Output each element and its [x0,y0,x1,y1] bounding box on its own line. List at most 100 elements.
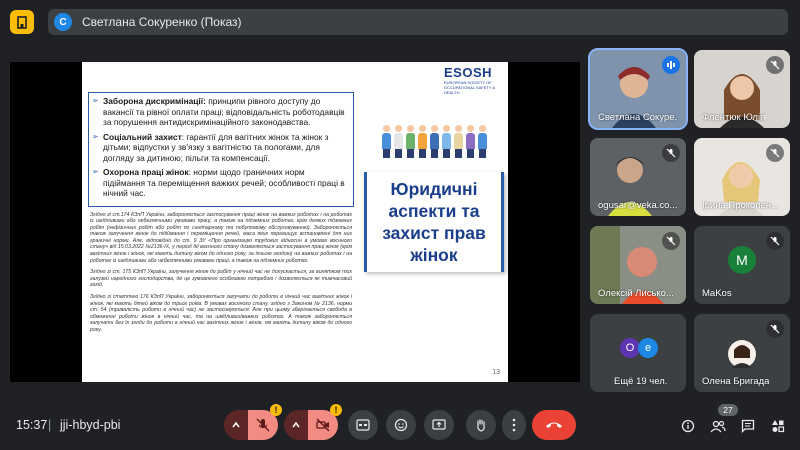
bullet-item: Охорона праці жінок: норми щодо гранични… [92,167,349,199]
meet-home-button[interactable] [10,10,34,34]
presenter-title: Светлана Сокуренко (Показ) [82,15,242,29]
more-options-button[interactable] [502,410,526,440]
mic-muted-indicator [766,320,784,338]
participant-name: Флентюк Юлія [702,112,766,123]
mic-off-icon [770,60,780,70]
toggle-mic-button[interactable]: ! [248,404,282,440]
participant-avatar: O [620,338,640,358]
slide-title-panel: Юридичні аспекти та захист прав жінок [364,172,504,272]
present-control [424,410,454,440]
meeting-code: jji-hbyd-pbi [60,418,121,432]
chevron-up-icon [292,421,300,428]
warning-icon: ! [270,404,282,416]
leave-call-button[interactable] [532,410,576,440]
slide-title-line: жінок [410,245,458,265]
participant-avatar: M [728,246,756,274]
captions-icon [356,419,370,431]
slide-title-line: Юридичні [390,179,478,199]
raise-hand-button[interactable] [466,410,496,440]
presenter-avatar: С [54,13,72,31]
mic-off-icon [770,148,780,158]
participant-tile[interactable]: Ірина Прокопен... [694,138,790,216]
participant-tile[interactable]: Олексій Лисько... [590,226,686,304]
presentation-slide: ESOSH EUROPEAN SOCIETY OF OCCUPATIONAL S… [82,62,508,382]
participant-name: Олексій Лисько... [598,288,674,299]
slide-title-line: аспекти та [388,201,480,221]
more-options-control [502,410,526,440]
end-call-control [532,410,576,440]
participant-count-badge: 27 [718,404,738,416]
chevron-up-icon [232,421,240,428]
mic-muted-indicator [766,56,784,74]
mic-muted-indicator [662,232,680,250]
building-icon [17,16,27,29]
slide-title-column: Юридичні аспекти та захист прав жінок [364,118,504,372]
fine-print-paragraph: Згідно зі ст.174 КЗпП України, забороняє… [90,211,352,264]
mic-off-icon [770,324,780,334]
participant-name: Светлана Сокуре... [598,112,678,123]
participant-tile[interactable]: Флентюк Юлія [694,50,790,128]
camera-off-icon [316,418,330,432]
chat-icon [741,419,755,433]
participant-name: Ірина Прокопен... [702,200,779,211]
participant-tile[interactable]: ogusar@veka.co... [590,138,686,216]
presentation-stage[interactable]: ESOSH EUROPEAN SOCIETY OF OCCUPATIONAL S… [10,62,580,382]
fine-print-paragraph: Згідно зі статтею 176 КЗпП України, забо… [90,294,352,333]
mic-off-icon [666,148,676,158]
participant-tile[interactable]: Светлана Сокуре... [588,48,688,130]
info-icon [681,419,695,433]
meeting-controls-bar: 15:37 | jji-hbyd-pbi ! ! [0,400,800,450]
people-icon [710,420,726,433]
camera-options-button[interactable] [284,410,308,440]
reactions-button[interactable] [386,410,416,440]
people-button[interactable] [708,416,728,436]
audio-bars-icon [667,61,675,69]
reactions-control [386,410,416,440]
raise-hand-control [466,410,496,440]
captions-control [348,410,378,440]
slide-page-number: 13 [492,369,500,376]
more-vertical-icon [512,418,516,432]
participant-tile[interactable]: Олена Бригада [694,314,790,392]
participant-tile[interactable]: M MaKos [694,226,790,304]
presenter-banner[interactable]: С Светлана Сокуренко (Показ) [48,9,788,35]
separator: | [48,418,52,432]
slide-text-column: Заборона дискримінації: принципи рівного… [88,92,354,377]
microphone-control: ! [224,404,282,440]
hand-icon [477,419,485,432]
activities-button[interactable] [768,416,788,436]
mic-muted-indicator [766,144,784,162]
shapes-icon [772,420,785,433]
participant-name: Ещё 19 чел. [614,376,668,387]
mic-off-icon [666,236,676,246]
speaking-indicator [662,56,680,74]
participant-name: MaKos [702,288,732,299]
chat-button[interactable] [738,416,758,436]
mic-options-button[interactable] [224,410,248,440]
mic-muted-indicator [766,232,784,250]
mic-muted-indicator [662,144,680,162]
bullet-item: Соціальний захист: гарантії для вагітних… [92,132,349,164]
participant-name: Олена Бригада [702,376,770,387]
top-bar: С Светлана Сокуренко (Показ) [0,0,800,44]
participant-name: ogusar@veka.co... [598,200,678,211]
captions-button[interactable] [348,410,378,440]
emoji-icon [394,418,408,432]
fine-print-paragraph: Згідно зі ст. 175 КЗпП України, залученн… [90,269,352,289]
bullet-list: Заборона дискримінації: принципи рівного… [88,92,354,207]
meeting-details-button[interactable] [678,416,698,436]
slide-title-line: захист прав [382,223,486,243]
workers-illustration [364,118,504,158]
present-screen-button[interactable] [424,410,454,440]
mic-off-icon [256,418,270,432]
phone-hangup-icon [546,422,562,428]
esosh-logo: ESOSH EUROPEAN SOCIETY OF OCCUPATIONAL S… [444,65,496,96]
more-participants-tile[interactable]: O e Ещё 19 чел. [590,314,686,392]
current-time: 15:37 [16,418,48,432]
bullet-item: Заборона дискримінації: принципи рівного… [92,96,349,128]
toggle-camera-button[interactable]: ! [308,404,342,440]
mic-off-icon [770,236,780,246]
present-screen-icon [432,419,446,430]
participant-avatar: e [638,338,658,358]
camera-control: ! [284,404,342,440]
